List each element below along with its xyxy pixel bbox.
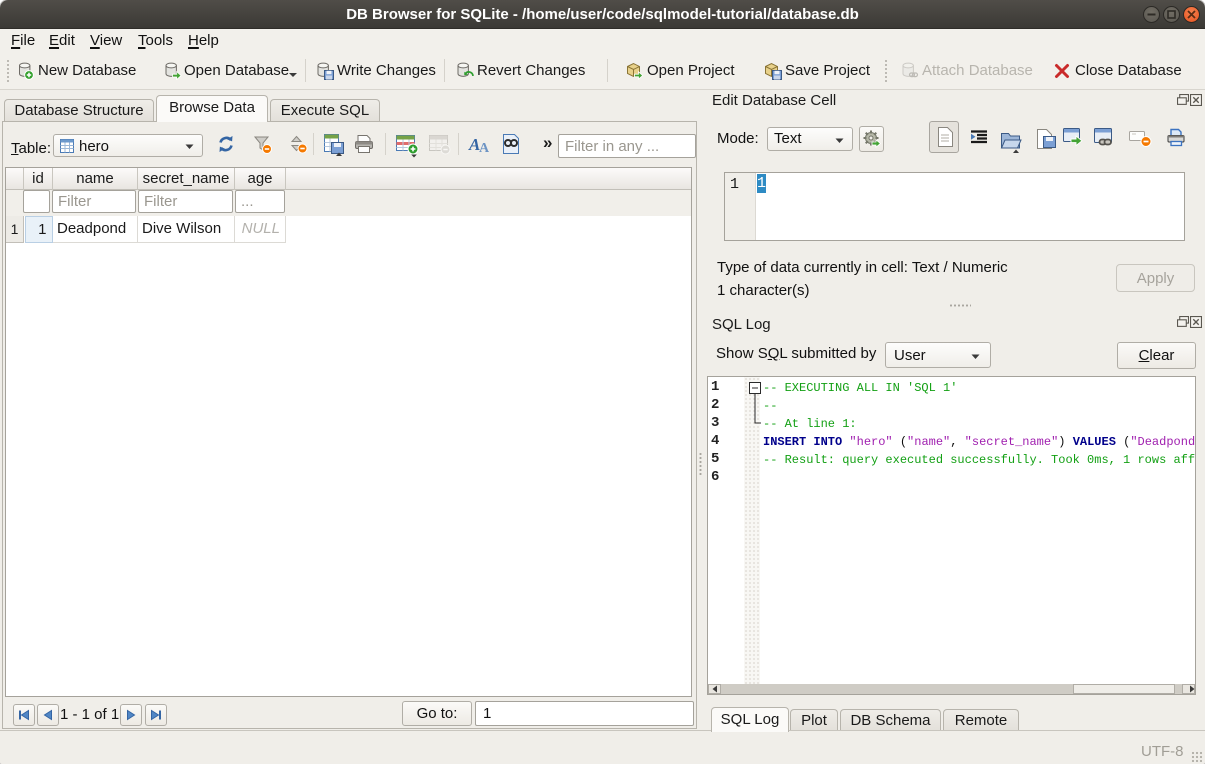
svg-text:A: A	[479, 141, 490, 154]
